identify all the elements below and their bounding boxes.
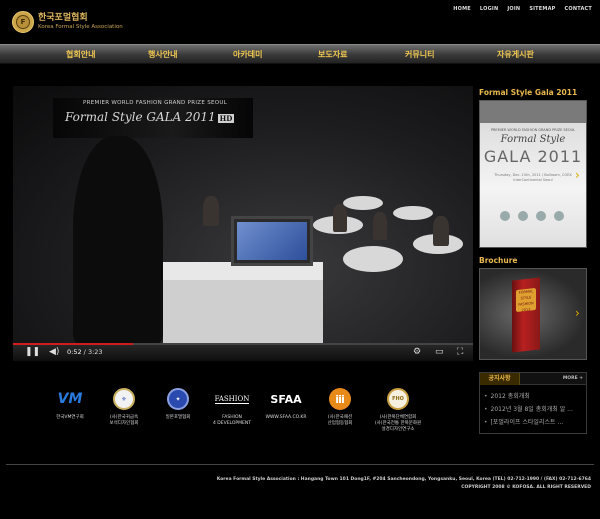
- partner-hanbok[interactable]: FHO (사)한복단체연합회 (사)한국전통 한복문화원 설경디자인연구소: [368, 387, 428, 433]
- logo-title-kr: 한국포멀협회: [38, 13, 88, 23]
- sfaa-logo-icon: SFAA: [270, 392, 302, 406]
- nav-item-press[interactable]: 보도자료: [318, 49, 347, 60]
- video-overlay-subtitle: PREMIER WORLD FASHION GRAND PRIZE SEOUL: [83, 100, 228, 106]
- partner-label: (사)한복단체연합회 (사)한국전통 한복문화원 설경디자인연구소: [374, 415, 422, 432]
- logo-seal-icon: F: [12, 11, 34, 33]
- top-link-sitemap[interactable]: SITEMAP: [529, 6, 555, 12]
- brochure-section-title[interactable]: Brochure: [479, 256, 517, 265]
- notice-item[interactable]: • [포멀라이프 스타일리스트 ...: [484, 417, 563, 426]
- hd-badge: HD: [217, 114, 235, 123]
- main-nav: 협회안내 행사안내 아카데미 보도자료 커뮤니티 자유게시판: [0, 44, 600, 64]
- partner-label: FASHION 4 DEVELOPMENT: [213, 415, 251, 426]
- volume-icon[interactable]: ◀): [49, 347, 59, 357]
- scene-guest: [373, 212, 387, 240]
- jewelry-seal-icon: ⚜: [113, 388, 135, 410]
- video-frame[interactable]: PREMIER WORLD FASHION GRAND PRIZE SEOUL …: [13, 86, 473, 343]
- scene-laptop: [231, 216, 313, 266]
- partner-label: (사)한국패션 산업협동협회: [327, 415, 353, 426]
- video-duration: 3:23: [87, 348, 103, 356]
- partner-label: (사)한국귀금속 보석디자인협회: [109, 415, 139, 426]
- top-link-login[interactable]: LOGIN: [480, 6, 498, 12]
- partner-label: 일본포멀협회: [165, 415, 191, 420]
- top-link-contact[interactable]: CONTACT: [565, 6, 592, 12]
- notice-more-link[interactable]: MORE +: [563, 376, 583, 381]
- chevron-right-icon[interactable]: ›: [575, 169, 582, 181]
- footer-address: Korea Formal Style Association : Hangang…: [216, 477, 591, 482]
- partner-label: WWW.SFAA.CO.KR: [265, 415, 307, 420]
- partner-vm[interactable]: VM 한국VM연구회: [40, 387, 100, 421]
- notice-board: 공지사항 MORE + • 2012 총회개최 • 2012년 3월 8일 총회개최…: [479, 372, 587, 434]
- gala-sponsor-logos: [500, 211, 564, 221]
- site-logo[interactable]: F 한국포멀협회 Korea Formal Style Association: [12, 11, 123, 33]
- gear-icon[interactable]: ⚙: [413, 347, 421, 357]
- partner-jewelry[interactable]: ⚜ (사)한국귀금속 보석디자인협회: [94, 387, 154, 427]
- partner-label: 한국VM연구회: [56, 415, 84, 420]
- chevron-right-icon[interactable]: ›: [575, 307, 582, 319]
- hanbok-logo-icon: FHO: [387, 388, 409, 410]
- brochure-thumbnail[interactable]: FORMAL STYLE FASHION 2012 ›: [479, 268, 587, 360]
- footer-divider: [6, 464, 594, 465]
- nav-item-community[interactable]: 커뮤니티: [405, 49, 434, 60]
- video-time: 0:52 / 3:23: [67, 348, 103, 356]
- top-link-home[interactable]: HOME: [453, 6, 471, 12]
- partner-logos: VM 한국VM연구회 ⚜ (사)한국귀금속 보석디자인협회 ✦ 일본포멀협회 F…: [50, 387, 421, 432]
- gala-thumbnail-info: Thursday, Dec. 15th, 2011 / Ballroom, CO…: [494, 173, 572, 182]
- scene-guest: [433, 216, 449, 246]
- top-links: HOME LOGIN JOIN SITEMAP CONTACT: [453, 6, 592, 12]
- gala-thumbnail[interactable]: PREMIER WORLD FASHION GRAND PRIZE SEOUL …: [479, 100, 587, 248]
- gala-thumbnail-header: [480, 101, 586, 123]
- top-link-join[interactable]: JOIN: [507, 6, 520, 12]
- scene-speaker: [73, 136, 163, 343]
- scene-guest: [203, 196, 219, 226]
- partner-fashion4dev[interactable]: FASHION FASHION 4 DEVELOPMENT: [202, 387, 262, 427]
- notice-header: 공지사항 MORE +: [480, 373, 586, 385]
- video-progress-bar[interactable]: [13, 343, 473, 345]
- video-overlay-title: Formal Style GALA 2011 HD: [65, 110, 235, 124]
- scene-table: [393, 206, 433, 220]
- tab-notice[interactable]: 공지사항: [480, 373, 520, 385]
- scene-table: [343, 246, 403, 272]
- pause-icon[interactable]: ❚❚: [25, 347, 40, 357]
- partner-fashion-industry[interactable]: ⅲ (사)한국패션 산업협동협회: [310, 387, 370, 427]
- fashion-industry-logo-icon: ⅲ: [329, 388, 351, 410]
- logo-title-en: Korea Formal Style Association: [38, 24, 123, 30]
- video-current-time: 0:52: [67, 348, 82, 356]
- nav-item-about[interactable]: 협회안내: [66, 49, 95, 60]
- notice-item[interactable]: • 2012년 3월 8일 총회개최 알 ...: [484, 404, 573, 413]
- brochure-book-label: FORMAL STYLE FASHION 2012: [516, 287, 536, 312]
- fashion4dev-logo-icon: FASHION: [214, 394, 250, 404]
- nav-item-events[interactable]: 행사안내: [148, 49, 177, 60]
- partner-japan-formal[interactable]: ✦ 일본포멀협회: [148, 387, 208, 421]
- nav-item-academy[interactable]: 아카데미: [233, 49, 262, 60]
- notice-item[interactable]: • 2012 총회개최: [484, 391, 530, 400]
- gala-thumbnail-title: Formal Style: [500, 134, 566, 145]
- japan-formal-emblem-icon: ✦: [167, 388, 189, 410]
- theater-icon[interactable]: ▭: [435, 347, 444, 357]
- fullscreen-icon[interactable]: ⛶: [457, 347, 463, 357]
- gala-thumbnail-gala: GALA 2011: [483, 147, 583, 166]
- nav-item-free-board[interactable]: 자유게시판: [497, 49, 534, 60]
- brochure-book: FORMAL STYLE FASHION 2012: [512, 277, 540, 353]
- gala-thumbnail-subtitle: PREMIER WORLD FASHION GRAND PRIZE SEOUL: [490, 128, 576, 132]
- gala-section-title[interactable]: Formal Style Gala 2011: [479, 88, 577, 97]
- scene-guest: [333, 204, 347, 232]
- video-player[interactable]: PREMIER WORLD FASHION GRAND PRIZE SEOUL …: [13, 86, 473, 361]
- partner-sfaa[interactable]: SFAA WWW.SFAA.CO.KR: [256, 387, 316, 421]
- video-controls: ❚❚ ◀) 0:52 / 3:23 ⚙ ▭ ⛶: [13, 343, 473, 361]
- scene-table: [343, 196, 383, 210]
- vm-logo-icon: VM: [57, 391, 83, 407]
- footer-copyright: COPYRIGHT 2008 © KOFOSA. ALL RIGHT RESER…: [461, 485, 591, 490]
- video-progress-fill: [13, 343, 133, 345]
